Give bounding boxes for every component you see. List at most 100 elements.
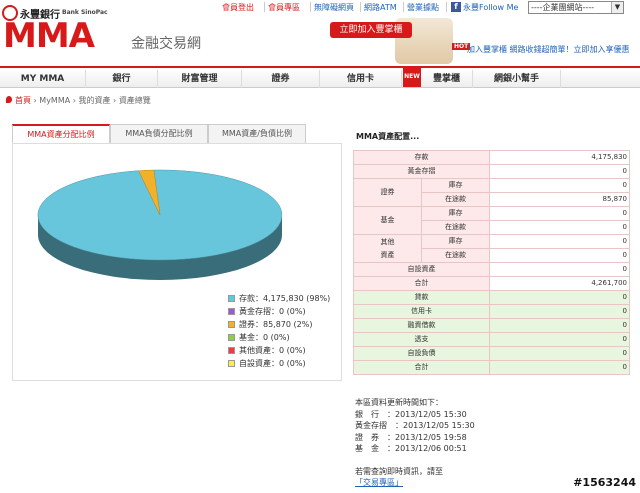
table-row: 基金 庫存 0: [353, 206, 630, 235]
custom-asset-label: 自設資產: [353, 262, 490, 277]
nav-shop[interactable]: 豐掌櫃: [421, 70, 473, 88]
liability-value: 0: [489, 304, 630, 319]
legend-label: 基金：0 (0%): [239, 333, 290, 342]
divider: [360, 2, 361, 12]
deposit-label: 存款: [353, 150, 490, 165]
table-row: 合計 4,261,700: [353, 276, 630, 291]
nav-my-mma[interactable]: MY MMA: [0, 70, 86, 88]
legend-swatch: [228, 334, 235, 341]
update-info: 本區資料更新時間如下： 銀 行 ：2013/12/05 15:30 黃金存摺 ：…: [355, 397, 475, 489]
liability-value: 0: [489, 346, 630, 361]
breadcrumb-mymma[interactable]: MyMMA: [39, 96, 70, 105]
divider: [264, 2, 265, 12]
mma-subtitle: 金融交易網: [131, 36, 201, 52]
breadcrumb-home[interactable]: 首頁: [15, 96, 31, 105]
table-row: 黃金存摺 0: [353, 164, 630, 179]
divider: [446, 2, 447, 12]
liability-value: 0: [489, 332, 630, 347]
table-row: 其他 資產 庫存 0: [353, 234, 630, 263]
funds-inventory-value: 0: [489, 206, 630, 221]
location-pin-icon: [6, 96, 12, 103]
tab-liability-ratio[interactable]: MMA負債分配比例: [110, 124, 208, 144]
legend-item: 存款：4,175,830 (98%): [228, 294, 330, 304]
other-label-1: 其他: [380, 237, 395, 246]
legend-item: 其他資產：0 (0%): [228, 346, 306, 356]
legend-item: 證券：85,870 (2%): [228, 320, 312, 330]
asset-total-value: 4,261,700: [489, 276, 630, 291]
asset-pie-chart: [37, 169, 283, 280]
legend-item: 自設資產：0 (0%): [228, 359, 306, 369]
tab-asset-liability-ratio[interactable]: MMA資產/負債比例: [208, 124, 306, 144]
securities-transit-value: 85,870: [489, 192, 630, 207]
table-row: 信用卡 0: [353, 304, 630, 319]
funds-label: 基金: [353, 206, 422, 235]
main-nav: MY MMA 銀行 財富管理 證券 信用卡 NEW 豐掌櫃 網銀小幫手: [0, 66, 640, 88]
new-badge: NEW: [403, 67, 421, 87]
deposit-value: 4,175,830: [489, 150, 630, 165]
table-row: 證券 庫存 0: [353, 178, 630, 207]
liability-label: 自設負債: [353, 346, 490, 361]
bank-name-en: Bank SinoPac: [62, 9, 108, 16]
table-row: 透支 0: [353, 332, 630, 347]
other-transit-label: 在途款: [421, 248, 490, 263]
join-button[interactable]: 立即加入豐掌櫃: [330, 22, 412, 38]
nav-securities[interactable]: 證券: [242, 70, 320, 88]
update-note: 若需查詢即時資訊，請至: [355, 466, 443, 476]
table-row: 自設負債 0: [353, 346, 630, 361]
gold-value: 0: [489, 164, 630, 179]
mma-logo[interactable]: MMA: [3, 18, 95, 54]
breadcrumb-assets[interactable]: 我的資產: [79, 96, 111, 105]
watermark: #1563244: [573, 476, 636, 489]
site-select-value: ----企業團網站----: [531, 3, 595, 12]
liability-total-label: 合計: [353, 360, 490, 375]
legend-swatch: [228, 360, 235, 367]
securities-inventory-value: 0: [489, 178, 630, 193]
nav-bank[interactable]: 銀行: [86, 70, 158, 88]
promo-link[interactable]: 加入豐掌櫃 網路收錢超簡單！立即加入享優惠: [467, 44, 630, 55]
liability-label: 貸款: [353, 290, 490, 305]
funds-transit-value: 0: [489, 220, 630, 235]
securities-label: 證券: [353, 178, 422, 207]
logout-link[interactable]: 會員登出: [222, 2, 254, 13]
other-label-2: 資產: [380, 250, 395, 259]
tab-asset-ratio[interactable]: MMA資產分配比例: [12, 124, 110, 144]
asset-total-label: 合計: [353, 276, 490, 291]
config-title: MMA資產配置...: [356, 132, 420, 141]
legend-label: 黃金存摺：0 (0%): [239, 307, 306, 316]
table-row: 融資借款 0: [353, 318, 630, 333]
funds-inventory-label: 庫存: [421, 206, 490, 221]
member-area-link[interactable]: 會員專區: [268, 2, 300, 13]
legend-swatch: [228, 308, 235, 315]
divider: [310, 2, 311, 12]
custom-asset-value: 0: [489, 262, 630, 277]
legend-label: 其他資產：0 (0%): [239, 346, 306, 355]
legend-swatch: [228, 347, 235, 354]
other-transit-value: 0: [489, 248, 630, 263]
update-row: 黃金存摺 ：2013/12/05 15:30: [355, 421, 475, 430]
follow-link[interactable]: 永豐Follow Me: [463, 2, 518, 13]
legend-item: 黃金存摺：0 (0%): [228, 307, 306, 317]
site-select[interactable]: ----企業團網站---- ▼: [528, 1, 624, 14]
nav-wealth[interactable]: 財富管理: [158, 70, 242, 88]
asset-table: 存款 4,175,830 黃金存摺 0 證券 庫存 0 在途款 85,870 基金 庫存 0 …: [353, 150, 630, 375]
facebook-icon[interactable]: f: [451, 2, 461, 12]
trade-area-link[interactable]: 「交易專區」: [355, 477, 475, 489]
nav-credit-card[interactable]: 信用卡: [320, 70, 402, 88]
branch-link[interactable]: 營業據點: [407, 2, 439, 13]
other-inventory-value: 0: [489, 234, 630, 249]
atm-link[interactable]: 網路ATM: [364, 2, 397, 13]
divider: [403, 2, 404, 12]
securities-inventory-label: 庫存: [421, 178, 490, 193]
legend-swatch: [228, 295, 235, 302]
nav-helper[interactable]: 網銀小幫手: [473, 70, 561, 88]
breadcrumb-current: 資產總覽: [118, 96, 151, 105]
accessibility-link[interactable]: 無障礙網頁: [314, 2, 354, 13]
legend-label: 存款：4,175,830 (98%): [239, 294, 331, 303]
chevron-down-icon: ▼: [611, 2, 623, 13]
liability-total-value: 0: [489, 360, 630, 375]
table-row: 貸款 0: [353, 290, 630, 305]
update-row: 銀 行 ：2013/12/05 15:30: [355, 409, 467, 419]
legend-swatch: [228, 321, 235, 328]
table-row: 存款 4,175,830: [353, 150, 630, 165]
